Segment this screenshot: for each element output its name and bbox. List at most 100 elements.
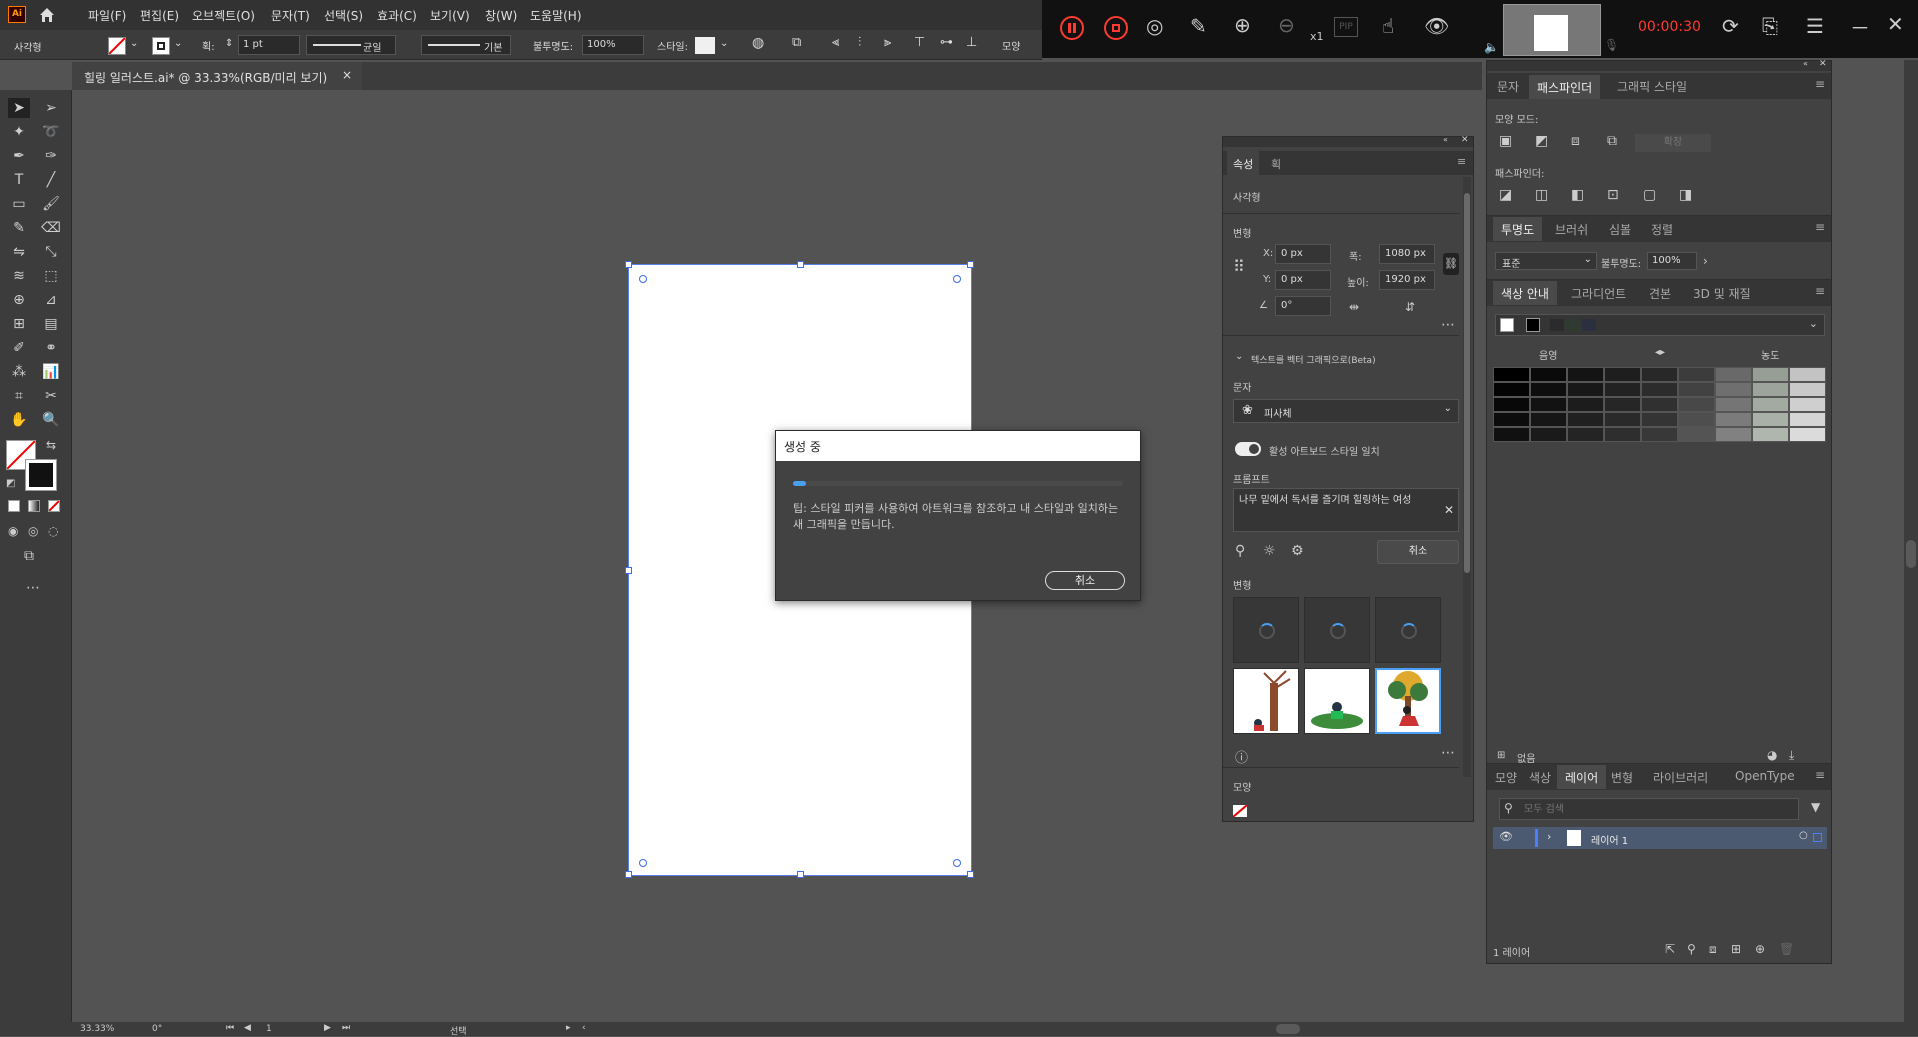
chevron-down-icon[interactable]: ⌄ — [174, 38, 182, 49]
panel-menu-icon[interactable]: ≡ — [1815, 220, 1825, 234]
bulb-icon[interactable]: ☼ — [1263, 543, 1276, 559]
color-swatch[interactable] — [1789, 427, 1826, 442]
chevron-down-icon[interactable]: ⌄ — [130, 38, 138, 49]
stepper-icon[interactable]: ⇕ — [225, 38, 233, 49]
stop-icon[interactable] — [1104, 16, 1128, 40]
cursor-highlight-icon[interactable]: 👁 — [1424, 14, 1449, 38]
tab-color-guide[interactable]: 색상 안내 — [1493, 281, 1557, 305]
gradient-mode-icon[interactable] — [28, 500, 40, 512]
tab-pathfinder[interactable]: 패스파인더 — [1529, 75, 1601, 99]
align-middle-icon[interactable]: ⊶ — [940, 35, 953, 50]
menu-type[interactable]: 문자(T) — [271, 7, 310, 24]
merge-icon[interactable]: ◧ — [1571, 187, 1584, 203]
scale-tool-icon[interactable]: ⤡ — [40, 242, 62, 262]
panel-menu-icon[interactable]: ≡ — [1815, 77, 1825, 91]
screen-mode-icon[interactable]: ⧉ — [24, 548, 34, 564]
close-icon[interactable]: ✕ — [1461, 135, 1469, 145]
color-wheel-icon[interactable]: ◕ — [1767, 748, 1777, 762]
resize-handle[interactable] — [967, 871, 974, 878]
color-swatch[interactable] — [1789, 397, 1826, 412]
color-swatch[interactable] — [1493, 397, 1530, 412]
color-swatch[interactable] — [1567, 427, 1604, 442]
mesh-tool-icon[interactable]: ⊞ — [8, 314, 30, 334]
horizontal-scrollbar-thumb[interactable] — [1276, 1024, 1300, 1034]
harmony-rule-select[interactable]: ⌄ — [1495, 314, 1825, 336]
artboard-number[interactable]: 1 — [266, 1024, 272, 1034]
more-options-icon[interactable]: ⋯ — [1441, 745, 1455, 761]
color-swatch[interactable] — [1715, 412, 1752, 427]
tab-3d-materials[interactable]: 3D 및 재질 — [1693, 285, 1751, 302]
transform-icon[interactable]: ⧉ — [792, 35, 801, 50]
color-swatch[interactable] — [1604, 427, 1641, 442]
reflect-tool-icon[interactable]: ⇋ — [8, 242, 30, 262]
menu-object[interactable]: 오브젝트(O) — [192, 7, 255, 24]
chevron-down-icon[interactable]: ⌄ — [1235, 351, 1243, 362]
divide-icon[interactable]: ◪ — [1499, 187, 1512, 203]
color-swatch[interactable] — [1530, 367, 1567, 382]
color-swatch[interactable] — [1752, 427, 1789, 442]
color-swatch[interactable] — [1678, 412, 1715, 427]
outline-icon[interactable]: ▢ — [1643, 187, 1656, 203]
pen-tool-icon[interactable]: ✒ — [8, 146, 30, 166]
trim-icon[interactable]: ◫ — [1535, 187, 1548, 203]
default-colors-icon[interactable]: ◩ — [6, 478, 15, 489]
color-swatch[interactable] — [1789, 412, 1826, 427]
color-swatch[interactable] — [1493, 382, 1530, 397]
stroke-swatch[interactable] — [152, 37, 170, 55]
chevron-right-icon[interactable]: ▸ — [566, 1023, 571, 1033]
color-swatch[interactable] — [1567, 412, 1604, 427]
color-swatch[interactable] — [1715, 397, 1752, 412]
stroke-weight-field[interactable]: 1 pt — [238, 35, 300, 55]
blend-tool-icon[interactable]: ⚭ — [40, 338, 62, 358]
artboard-tool-icon[interactable]: ⌗ — [8, 386, 30, 406]
first-artboard-icon[interactable]: ⏮ — [226, 1023, 234, 1033]
color-mode-icon[interactable] — [8, 500, 20, 512]
type-select[interactable]: ❀ 피사체 ⌄ — [1233, 399, 1459, 423]
color-swatch[interactable] — [1641, 397, 1678, 412]
color-swatch[interactable] — [1678, 427, 1715, 442]
blend-mode-select[interactable]: 표준 ⌄ — [1495, 252, 1597, 270]
draw-normal-icon[interactable]: ◉ — [8, 524, 18, 538]
none-mode-icon[interactable] — [48, 500, 60, 512]
chevron-right-icon[interactable]: › — [1703, 254, 1708, 268]
gradient-tool-icon[interactable]: ▤ — [40, 314, 62, 334]
resize-handle[interactable] — [797, 261, 804, 268]
more-options-icon[interactable]: ⋯ — [1441, 317, 1455, 333]
prev-artboard-icon[interactable]: ◀ — [244, 1023, 251, 1033]
panel-menu-icon[interactable]: ≡ — [1457, 155, 1466, 168]
color-swatch[interactable] — [1678, 397, 1715, 412]
align-right-icon[interactable]: ⫸ — [884, 35, 891, 50]
resize-handle[interactable] — [797, 871, 804, 878]
color-swatch[interactable] — [1604, 367, 1641, 382]
angle-field[interactable]: 0° — [1275, 296, 1331, 316]
align-center-icon[interactable]: ⫶ — [858, 35, 861, 50]
menu-window[interactable]: 창(W) — [485, 7, 517, 24]
draw-behind-icon[interactable]: ◎ — [28, 524, 38, 538]
align-left-icon[interactable]: ⫷ — [832, 35, 839, 50]
trash-icon[interactable]: 🗑 — [1779, 942, 1794, 956]
color-swatch[interactable] — [1567, 367, 1604, 382]
shaper-tool-icon[interactable]: ✎ — [8, 218, 30, 238]
draw-inside-icon[interactable]: ◌ — [48, 524, 58, 538]
minus-back-icon[interactable]: ◨ — [1679, 187, 1692, 203]
corner-widget[interactable] — [639, 859, 647, 867]
color-swatch[interactable] — [1752, 367, 1789, 382]
resize-handle[interactable] — [967, 261, 974, 268]
type-tool-icon[interactable]: T — [8, 170, 30, 190]
gear-icon[interactable]: ⚙ — [1291, 543, 1304, 559]
expand-arrow-icon[interactable]: › — [1547, 830, 1551, 843]
zoom-tool-icon[interactable]: 🔍 — [40, 410, 62, 430]
match-style-toggle[interactable] — [1235, 442, 1261, 456]
color-swatch[interactable] — [1567, 397, 1604, 412]
color-swatch[interactable] — [1493, 427, 1530, 442]
color-swatch[interactable] — [1530, 412, 1567, 427]
new-sublayer-icon[interactable]: ⊞ — [1731, 942, 1741, 956]
stroke-profile-select[interactable]: 균일 — [306, 35, 396, 55]
color-swatch[interactable] — [1715, 427, 1752, 442]
eyedropper-icon[interactable]: ✐ — [8, 338, 30, 358]
free-transform-icon[interactable]: ⬚ — [40, 266, 62, 286]
color-swatch[interactable] — [1604, 382, 1641, 397]
perspective-grid-icon[interactable]: ⊿ — [40, 290, 62, 310]
color-swatch[interactable] — [1678, 367, 1715, 382]
tab-gradient[interactable]: 그라디언트 — [1571, 285, 1626, 302]
